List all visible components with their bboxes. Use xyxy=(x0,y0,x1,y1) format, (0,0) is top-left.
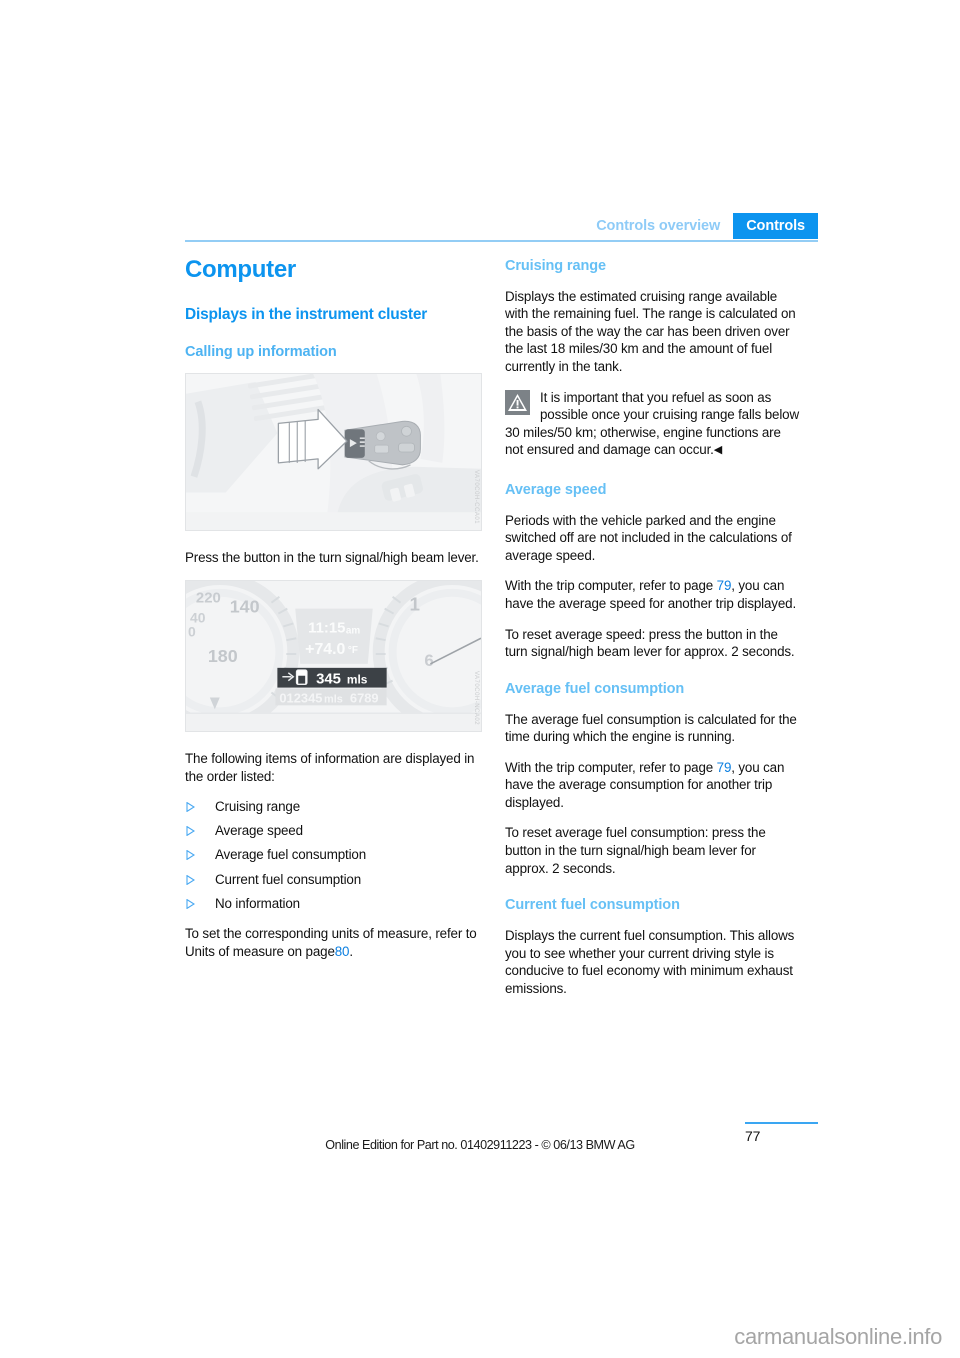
page-reference-80[interactable]: 80 xyxy=(335,944,350,959)
list-item: Current fuel consumption xyxy=(185,871,482,889)
manual-page: Controls overview Controls Computer Disp… xyxy=(0,0,960,1358)
warning-note-refuel: It is important that you refuel as soon … xyxy=(505,389,802,460)
svg-text:am: am xyxy=(346,625,361,636)
page-header: Controls overview Controls xyxy=(185,213,818,239)
svg-text:6: 6 xyxy=(424,651,433,670)
left-column: Computer Displays in the instrument clus… xyxy=(185,258,482,960)
cluster-illustration-graphic: 220 140 40 0 180 1 6 11:15 am +74.0 °F 3… xyxy=(186,581,481,732)
figure-instrument-cluster: 220 140 40 0 180 1 6 11:15 am +74.0 °F 3… xyxy=(185,580,482,733)
figure-turn-signal-lever: VA70C0H-CCA01 xyxy=(185,373,482,532)
lever-illustration-graphic xyxy=(186,374,481,531)
units-text-a: To set the corresponding units of measur… xyxy=(185,926,477,959)
header-tabs: Controls overview Controls xyxy=(583,213,818,239)
svg-text:°F: °F xyxy=(348,645,358,656)
edition-notice: Online Edition for Part no. 01402911223 … xyxy=(325,1138,635,1152)
svg-text:140: 140 xyxy=(230,597,260,617)
list-intro-text: The following items of information are d… xyxy=(185,751,475,784)
page-title: Computer xyxy=(185,256,296,283)
paragraph-average-speed-3: To reset average speed: press the button… xyxy=(505,626,795,660)
right-column: Cruising range Displays the estimated cr… xyxy=(505,258,802,997)
triangle-bullet-icon xyxy=(186,850,195,861)
header-divider xyxy=(185,240,818,242)
warning-triangle-icon xyxy=(505,389,530,415)
avg-speed-text-a: With the trip computer, refer to page xyxy=(505,578,714,594)
list-item-label: Average speed xyxy=(215,823,303,839)
warning-note-body: It is important that you refuel as soon … xyxy=(505,389,799,458)
svg-text:012345: 012345 xyxy=(279,690,322,705)
heading-average-speed: Average speed xyxy=(505,482,607,499)
svg-text:1: 1 xyxy=(409,594,420,615)
triangle-bullet-icon xyxy=(186,874,195,885)
list-item: Cruising range xyxy=(185,798,482,816)
svg-text:220: 220 xyxy=(196,591,221,607)
heading-average-fuel-consumption: Average fuel consumption xyxy=(505,680,685,697)
list-item: Average speed xyxy=(185,822,482,840)
list-item: Average fuel consumption xyxy=(185,846,482,864)
svg-text:mls: mls xyxy=(324,693,343,705)
units-of-measure-text: To set the corresponding units of measur… xyxy=(185,925,482,960)
tab-controls-overview[interactable]: Controls overview xyxy=(583,213,733,239)
note-end-marker: ◀ xyxy=(713,444,723,457)
subheading-calling-up-information: Calling up information xyxy=(185,343,337,360)
svg-text:11:15: 11:15 xyxy=(308,620,345,636)
list-item: No information xyxy=(185,895,482,913)
svg-text:345: 345 xyxy=(316,672,341,688)
figure-code-lever: VA70C0H-CCA01 xyxy=(473,470,479,525)
svg-text:mls: mls xyxy=(347,673,368,687)
paragraph-average-speed-1: Periods with the vehicle parked and the … xyxy=(505,512,792,563)
page-reference-79-fuel[interactable]: 79 xyxy=(717,760,732,775)
svg-text:+74.0: +74.0 xyxy=(305,641,345,658)
footer-divider xyxy=(745,1122,818,1124)
list-item-label: Average fuel consumption xyxy=(215,847,366,863)
site-watermark: carmanualsonline.info xyxy=(734,1324,942,1349)
list-item-label: No information xyxy=(215,895,300,911)
warning-note-text: It is important that you refuel as soon … xyxy=(505,389,802,460)
triangle-bullet-icon xyxy=(186,826,195,837)
heading-cruising-range: Cruising range xyxy=(505,258,606,274)
svg-text:0: 0 xyxy=(188,623,196,639)
caption-press-button: Press the button in the turn signal/high… xyxy=(185,550,479,566)
list-item-label: Current fuel consumption xyxy=(215,871,362,887)
information-items-list: Cruising range Average speed Average fue… xyxy=(185,798,482,912)
figure-code-cluster: VA70C0H-NCA02 xyxy=(473,671,479,726)
tab-controls[interactable]: Controls xyxy=(733,213,818,239)
paragraph-cruising-range: Displays the estimated cruising range av… xyxy=(505,288,796,375)
list-item-label: Cruising range xyxy=(215,799,300,815)
units-text-b: . xyxy=(349,943,353,959)
heading-current-fuel-consumption: Current fuel consumption xyxy=(505,897,680,914)
page-reference-79-speed[interactable]: 79 xyxy=(717,578,732,593)
triangle-bullet-icon xyxy=(186,802,195,813)
paragraph-current-fuel-1: Displays the current fuel consumption. T… xyxy=(505,927,795,996)
paragraph-average-speed-2: With the trip computer, refer to page 79… xyxy=(505,577,802,612)
paragraph-average-fuel-1: The average fuel consumption is calculat… xyxy=(505,711,797,745)
svg-text:180: 180 xyxy=(208,646,238,666)
svg-text:6789: 6789 xyxy=(350,690,379,705)
section-heading-displays: Displays in the instrument cluster xyxy=(185,306,428,323)
triangle-bullet-icon xyxy=(186,898,195,909)
paragraph-average-fuel-3: To reset average fuel consumption: press… xyxy=(505,825,766,876)
avg-fuel-text-a: With the trip computer, refer to page xyxy=(505,759,714,775)
paragraph-average-fuel-2: With the trip computer, refer to page 79… xyxy=(505,759,802,812)
